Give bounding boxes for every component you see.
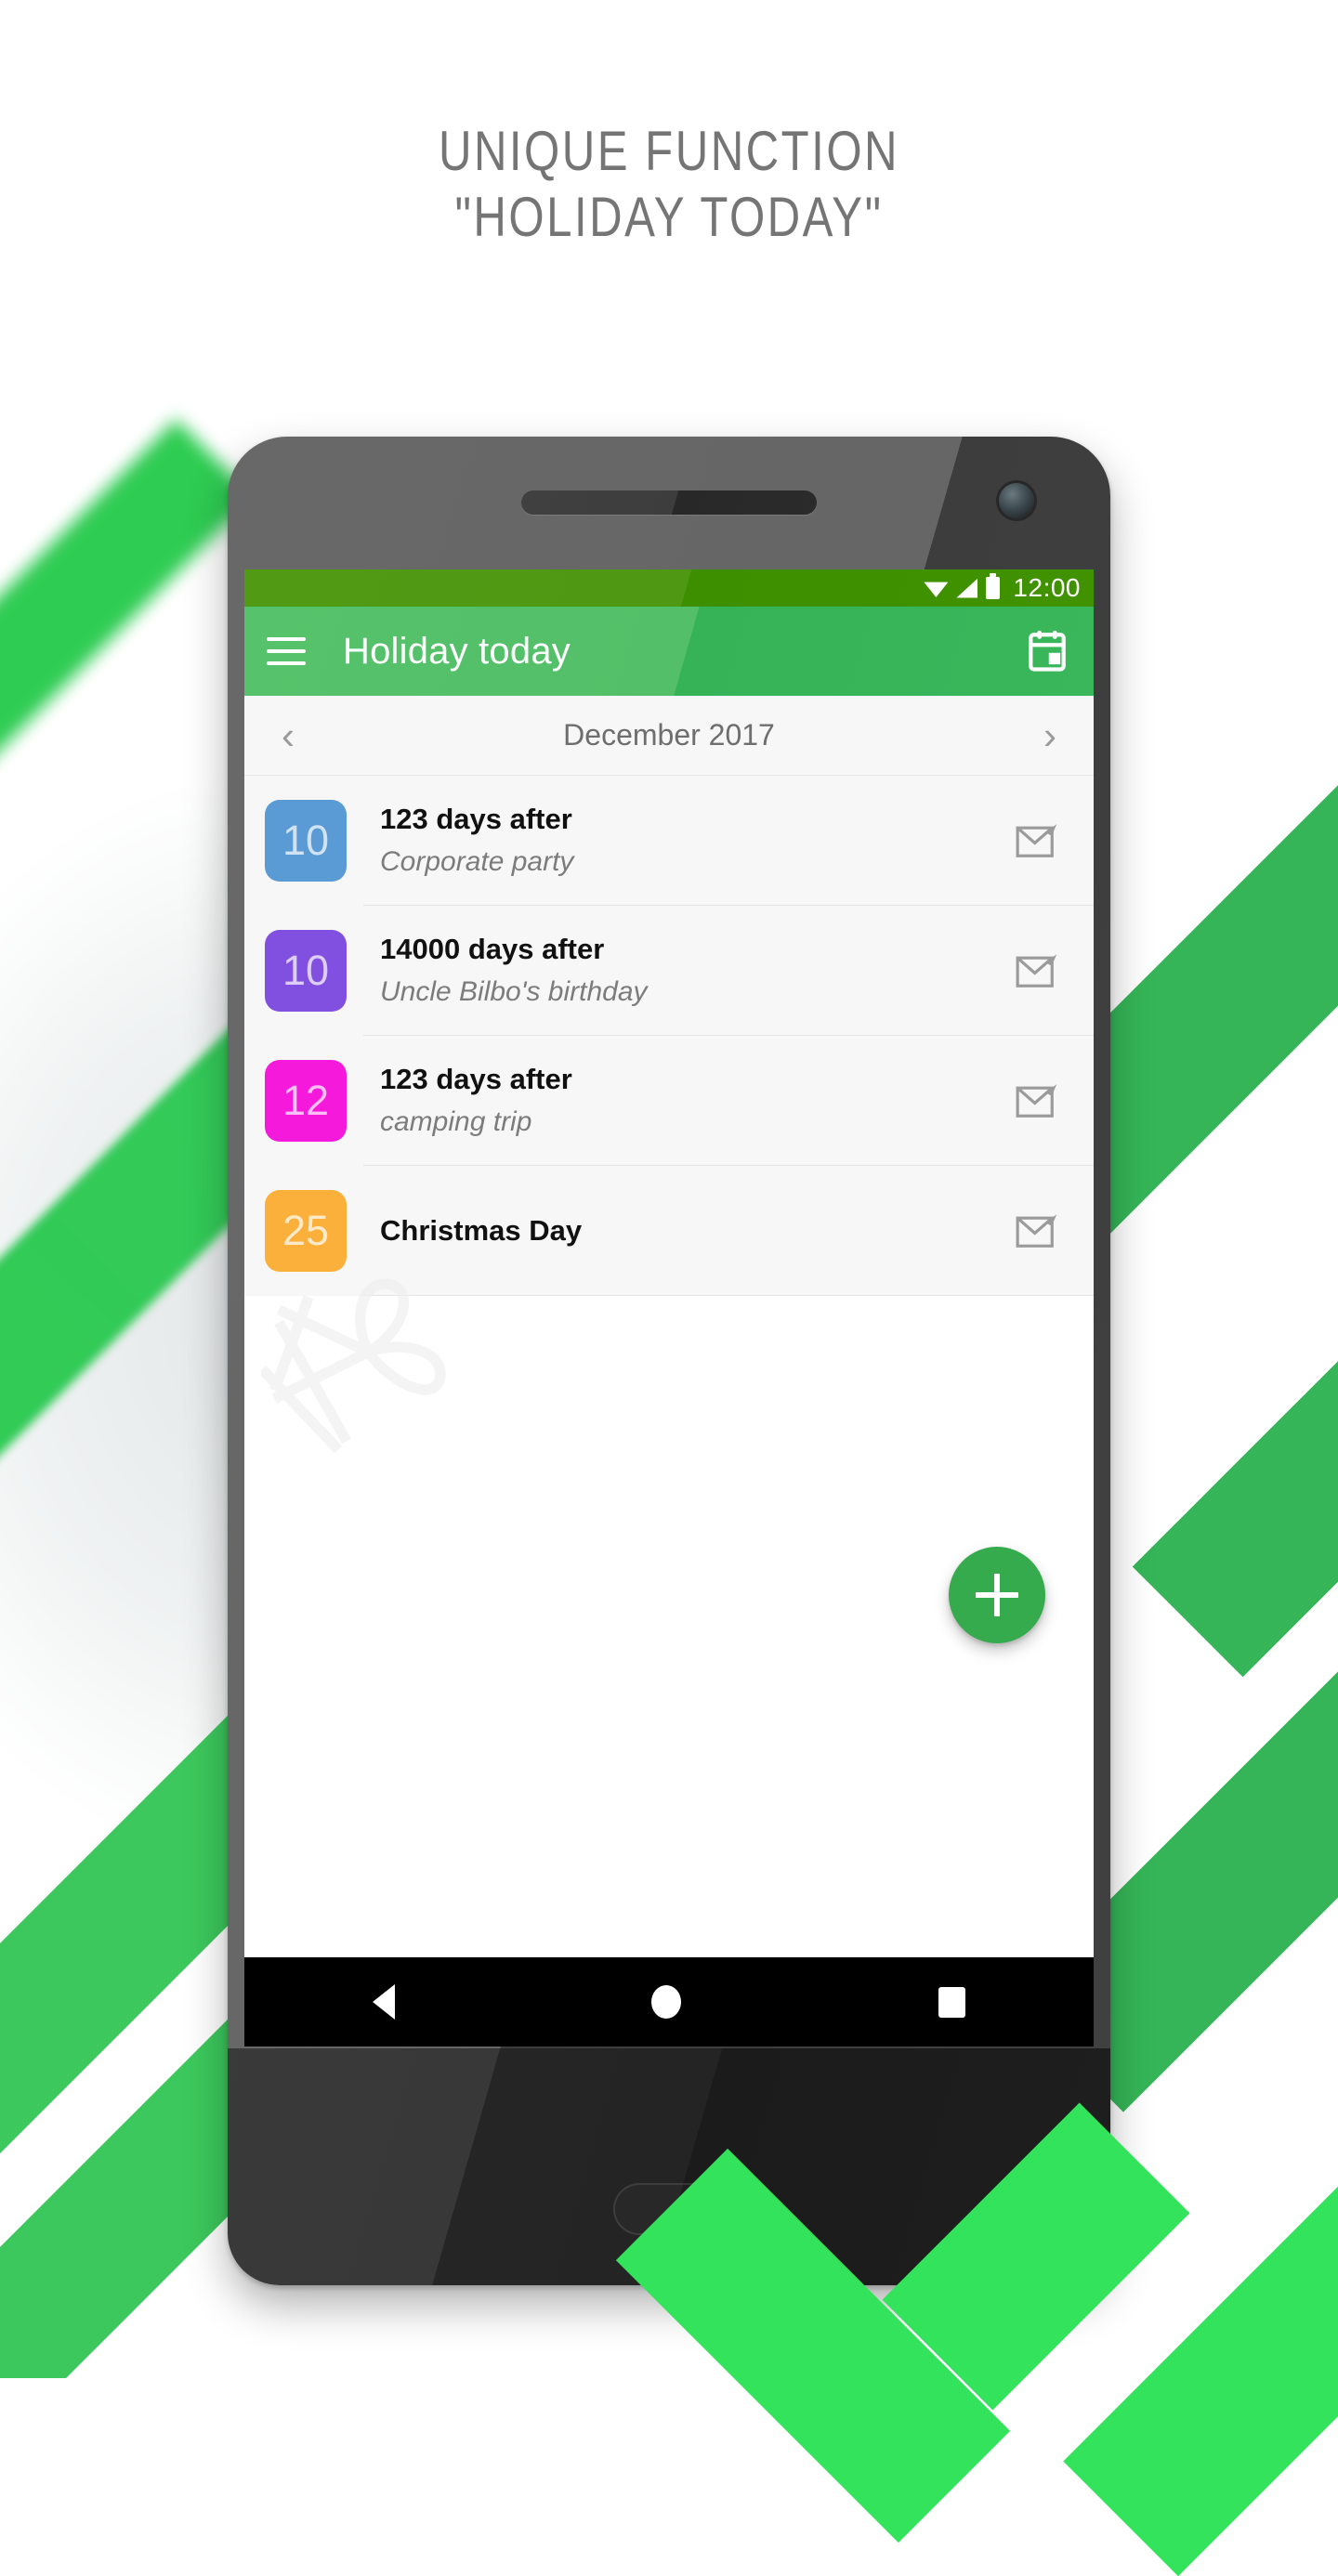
event-texts: 14000 days after Uncle Bilbo's birthday bbox=[380, 932, 1016, 1010]
phone-screen: 12:00 Holiday today ‹ December 2017 › 10… bbox=[244, 569, 1094, 2046]
recents-square-icon[interactable] bbox=[938, 1986, 965, 2018]
month-navigation-bar: ‹ December 2017 › bbox=[244, 696, 1094, 776]
front-camera bbox=[999, 483, 1034, 518]
envelope-icon[interactable] bbox=[1016, 952, 1058, 989]
hamburger-icon[interactable] bbox=[267, 637, 306, 665]
prev-month-button[interactable]: ‹ bbox=[276, 715, 300, 755]
status-bar-time: 12:00 bbox=[1013, 573, 1081, 602]
signal-icon bbox=[956, 578, 978, 598]
battery-icon bbox=[986, 573, 1001, 599]
current-month-label: December 2017 bbox=[563, 718, 775, 752]
event-texts: 123 days after Corporate party bbox=[380, 802, 1016, 880]
app-bar: Holiday today bbox=[244, 607, 1094, 696]
day-tile: 12 bbox=[265, 1060, 347, 1142]
earpiece-speaker bbox=[521, 490, 817, 515]
day-tile: 10 bbox=[265, 930, 347, 1012]
envelope-icon[interactable] bbox=[1016, 822, 1058, 859]
event-title: 123 days after bbox=[380, 803, 572, 836]
list-item[interactable]: 10 123 days after Corporate party bbox=[244, 776, 1094, 906]
back-triangle-icon[interactable] bbox=[373, 1984, 396, 2020]
headline-line-2: "HOLIDAY TODAY" bbox=[454, 185, 884, 248]
add-event-fab[interactable] bbox=[949, 1547, 1045, 1643]
next-month-button[interactable]: › bbox=[1038, 715, 1062, 755]
calendar-icon[interactable] bbox=[1027, 630, 1068, 673]
day-tile: 10 bbox=[265, 800, 347, 882]
event-subtitle: camping trip bbox=[380, 1105, 532, 1137]
envelope-icon[interactable] bbox=[1016, 1212, 1058, 1249]
event-texts: 123 days after camping trip bbox=[380, 1062, 1016, 1140]
status-bar: 12:00 bbox=[244, 569, 1094, 607]
list-item[interactable]: 12 123 days after camping trip bbox=[244, 1036, 1094, 1166]
wifi-icon bbox=[924, 582, 949, 597]
event-texts: Christmas Day bbox=[380, 1213, 1016, 1249]
event-title: 123 days after bbox=[380, 1063, 572, 1096]
app-bar-title: Holiday today bbox=[343, 630, 571, 672]
android-nav-bar bbox=[244, 1957, 1094, 2046]
event-list: 10 123 days after Corporate party 10 140… bbox=[244, 776, 1094, 1296]
home-circle-icon[interactable] bbox=[651, 1985, 682, 2019]
empty-list-area bbox=[244, 1278, 1094, 1686]
event-title: Christmas Day bbox=[380, 1213, 583, 1247]
phone-mockup: 12:00 Holiday today ‹ December 2017 › 10… bbox=[228, 437, 1110, 2285]
list-item[interactable]: 10 14000 days after Uncle Bilbo's birthd… bbox=[244, 906, 1094, 1036]
headline-line-1: UNIQUE FUNCTION bbox=[438, 120, 900, 182]
promo-headline: UNIQUE FUNCTION "HOLIDAY TODAY" bbox=[0, 119, 1338, 251]
event-title: 14000 days after bbox=[380, 933, 605, 966]
gift-watermark-icon bbox=[257, 1259, 475, 1454]
envelope-icon[interactable] bbox=[1016, 1082, 1058, 1119]
event-subtitle: Corporate party bbox=[380, 845, 574, 877]
event-subtitle: Uncle Bilbo's birthday bbox=[380, 975, 648, 1007]
